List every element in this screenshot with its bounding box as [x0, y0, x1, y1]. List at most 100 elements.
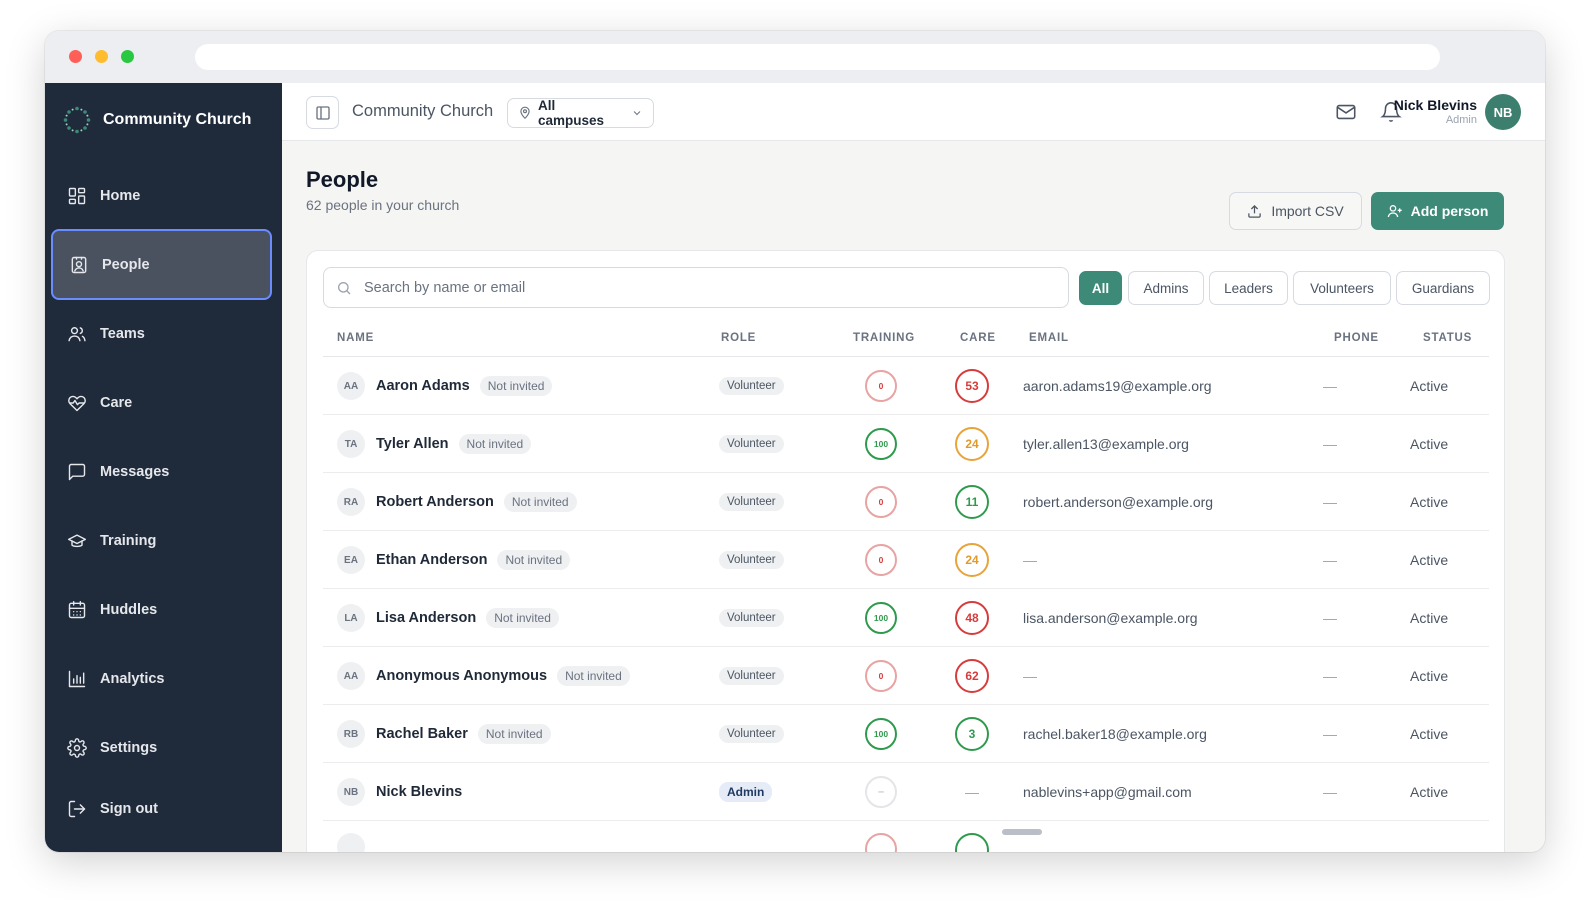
care-score: 24 — [955, 427, 989, 461]
person-name[interactable]: Aaron Adams — [376, 378, 470, 394]
sidebar-item-huddles[interactable]: Huddles — [51, 574, 272, 645]
training-score: 0 — [865, 486, 897, 518]
search-field[interactable] — [323, 267, 1069, 308]
import-csv-label: Import CSV — [1271, 203, 1344, 219]
filter-guardians[interactable]: Guardians — [1396, 271, 1490, 305]
sidebar-item-care[interactable]: Care — [51, 367, 272, 438]
person-phone: — — [1323, 668, 1337, 684]
training-score: 0 — [865, 660, 897, 692]
import-csv-button[interactable]: Import CSV — [1229, 192, 1362, 230]
person-initials: RB — [337, 720, 365, 748]
person-status: Active — [1410, 610, 1449, 626]
user-menu[interactable]: Nick Blevins Admin — [1394, 97, 1477, 126]
sidebar-item-teams[interactable]: Teams — [51, 298, 272, 369]
person-name[interactable]: Nick Blevins — [376, 784, 462, 800]
map-pin-icon — [520, 106, 530, 120]
person-phone: — — [1323, 610, 1337, 626]
column-header-email[interactable]: EMAIL — [1029, 332, 1069, 344]
address-bar[interactable] — [195, 44, 1440, 70]
table-row[interactable]: RA Robert Anderson Not invited Volunteer… — [323, 473, 1489, 531]
training-score: 0 — [865, 370, 897, 402]
add-person-button[interactable]: Add person — [1371, 192, 1504, 230]
column-header-training[interactable]: TRAINING — [853, 332, 915, 344]
filter-all[interactable]: All — [1079, 271, 1122, 305]
person-name[interactable]: Ethan Anderson — [376, 552, 487, 568]
bar-chart-icon — [68, 670, 86, 687]
invite-status-badge: Not invited — [503, 492, 577, 512]
sidebar-item-label: Care — [100, 394, 133, 411]
maximize-window-button[interactable] — [121, 50, 134, 63]
close-window-button[interactable] — [69, 50, 82, 63]
sidebar-item-analytics[interactable]: Analytics — [51, 643, 272, 714]
person-name[interactable]: Tyler Allen — [376, 436, 449, 452]
role-badge: Volunteer — [719, 551, 784, 569]
brand[interactable]: Community Church — [63, 105, 251, 135]
person-name[interactable]: Anonymous Anonymous — [376, 668, 547, 684]
minimize-window-button[interactable] — [95, 50, 108, 63]
filter-admins[interactable]: Admins — [1128, 271, 1204, 305]
brand-name: Community Church — [103, 111, 252, 128]
table-row[interactable]: AA Anonymous Anonymous Not invited Volun… — [323, 647, 1489, 705]
title-bar — [45, 31, 1545, 83]
table-row[interactable]: EA Ethan Anderson Not invited Volunteer … — [323, 531, 1489, 589]
invite-status-badge: Not invited — [497, 550, 571, 570]
graduation-cap-icon — [67, 533, 87, 547]
sidebar-item-home[interactable]: Home — [51, 160, 272, 231]
person-initials: AA — [337, 662, 365, 690]
invite-status-badge: Not invited — [458, 434, 532, 454]
mail-icon — [1336, 104, 1356, 120]
table-row[interactable]: RB Rachel Baker Not invited Volunteer 10… — [323, 705, 1489, 763]
care-score: 11 — [955, 485, 989, 519]
sidebar-item-signout[interactable]: Sign out — [51, 773, 272, 844]
search-input[interactable] — [364, 279, 964, 296]
mail-button[interactable] — [1335, 101, 1357, 123]
person-initials: EA — [337, 546, 365, 574]
column-header-role[interactable]: ROLE — [721, 332, 756, 344]
person-status: Active — [1410, 494, 1449, 510]
invite-status-badge: Not invited — [477, 724, 551, 744]
column-header-care[interactable]: CARE — [960, 332, 996, 344]
table-row[interactable]: NB Nick Blevins Admin – — nablevins+app@… — [323, 763, 1489, 821]
sidebar-item-training[interactable]: Training — [51, 505, 272, 576]
sidebar-item-people[interactable]: People — [51, 229, 272, 300]
person-email: robert.anderson@example.org — [1023, 494, 1214, 510]
person-phone: — — [1323, 552, 1337, 568]
invite-status-badge: Not invited — [486, 608, 559, 628]
person-initials: NB — [337, 778, 365, 806]
table-row[interactable]: LA Lisa Anderson Not invited Volunteer 1… — [323, 589, 1489, 647]
people-table-card: All Admins Leaders Volunteers Guardians … — [306, 250, 1505, 852]
column-header-status[interactable]: STATUS — [1423, 332, 1472, 344]
person-status: Active — [1410, 784, 1449, 800]
sidebar-item-label: Teams — [100, 325, 145, 342]
person-name[interactable]: Rachel Baker — [376, 726, 468, 742]
role-badge: Volunteer — [719, 609, 784, 627]
person-name[interactable]: Lisa Anderson — [376, 610, 476, 626]
page-title: People — [306, 167, 379, 192]
gear-icon — [67, 737, 87, 758]
person-email: aaron.adams19@example.org — [1023, 378, 1212, 394]
sidebar-toggle-button[interactable] — [306, 96, 339, 129]
person-name[interactable]: Robert Anderson — [376, 494, 494, 510]
campus-select-value: All campuses — [538, 98, 605, 128]
column-header-phone[interactable]: PHONE — [1334, 332, 1379, 344]
training-score: – — [865, 776, 897, 808]
sidebar-item-messages[interactable]: Messages — [51, 436, 272, 507]
table-row[interactable] — [323, 821, 1489, 852]
table-row[interactable]: AA Aaron Adams Not invited Volunteer 0 5… — [323, 357, 1489, 415]
person-email: — — [1023, 552, 1037, 568]
filter-volunteers[interactable]: Volunteers — [1293, 271, 1391, 305]
sidebar-item-label: Settings — [100, 739, 158, 756]
person-phone: — — [1323, 378, 1337, 394]
user-name: Nick Blevins — [1393, 97, 1477, 113]
scroll-handle[interactable] — [1002, 829, 1042, 835]
training-score: 100 — [865, 718, 897, 750]
table-row[interactable]: TA Tyler Allen Not invited Volunteer 100… — [323, 415, 1489, 473]
care-score: 53 — [955, 369, 989, 403]
calendar-icon — [68, 600, 86, 618]
campus-select[interactable]: All campuses — [507, 98, 654, 128]
column-header-name[interactable]: NAME — [337, 332, 374, 344]
user-avatar[interactable]: NB — [1485, 94, 1521, 130]
training-score — [865, 833, 897, 852]
filter-leaders[interactable]: Leaders — [1209, 271, 1288, 305]
panel-left-icon — [315, 105, 330, 120]
